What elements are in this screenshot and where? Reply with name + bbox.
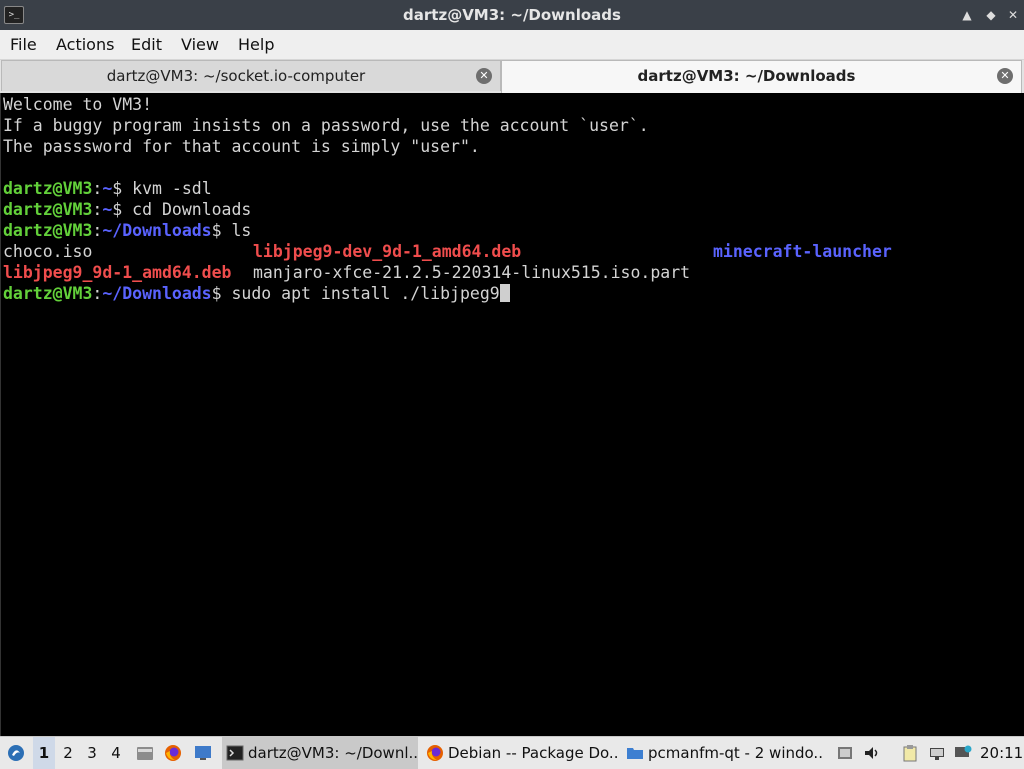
tab-label: dartz@VM3: ~/socket.io-computer (106, 67, 366, 85)
task-pcmanfm[interactable]: pcmanfm-qt - 2 windo... (622, 737, 822, 769)
terminal-icon (226, 745, 244, 761)
prompt-user: dartz@VM3 (3, 200, 93, 219)
task-firefox[interactable]: Debian -- Package Do... (422, 737, 618, 769)
text-cursor (499, 284, 510, 302)
maximize-icon[interactable]: ◆ (984, 8, 998, 22)
tray-updates[interactable] (834, 737, 856, 769)
file-manager-icon (137, 747, 153, 760)
network-icon (930, 748, 944, 760)
command-text: kvm -sdl (132, 179, 212, 198)
menu-bar: File Actions Edit View Help (0, 30, 1024, 60)
tab-socket-io-computer[interactable]: dartz@VM3: ~/socket.io-computer ✕ (1, 60, 501, 91)
task-label: dartz@VM3: ~/Downl... (248, 744, 418, 762)
command-line: dartz@VM3:~$ kvm -sdl (3, 179, 212, 198)
folder-icon (627, 748, 643, 759)
show-desktop-icon (195, 746, 211, 760)
command-text: sudo apt install ./libjpeg9 (231, 284, 500, 303)
tab-close-icon[interactable]: ✕ (997, 68, 1013, 84)
ls-output-row: libjpeg9_9d-1_amd64.deb manjaro-xfce-21.… (3, 262, 1024, 283)
quicklaunch-files[interactable] (133, 737, 157, 769)
lxqt-start-icon (8, 745, 24, 761)
task-label: Debian -- Package Do... (448, 744, 618, 762)
start-menu-button[interactable] (4, 737, 30, 769)
motd-line: The passsword for that account is simply… (3, 137, 480, 156)
tray-network[interactable] (926, 737, 948, 769)
command-text: cd Downloads (132, 200, 252, 219)
tab-label: dartz@VM3: ~/Downloads (637, 67, 856, 85)
prompt-user: dartz@VM3 (3, 221, 93, 240)
quicklaunch-firefox[interactable] (161, 737, 185, 769)
taskbar: 1 2 3 4 dartz@VM3: ~/Downl... Debian -- … (0, 736, 1024, 769)
command-line: dartz@VM3:~/Downloads$ ls (3, 221, 252, 240)
task-label: pcmanfm-qt - 2 windo... (648, 744, 822, 762)
tab-downloads[interactable]: dartz@VM3: ~/Downloads ✕ (501, 60, 1022, 93)
prompt-path: ~ (102, 200, 113, 219)
prompt-path: ~ (102, 179, 113, 198)
prompt-user: dartz@VM3 (3, 284, 93, 303)
command-line: dartz@VM3:~$ cd Downloads (3, 200, 252, 219)
tab-close-icon[interactable]: ✕ (476, 68, 492, 84)
ls-directory: minecraft-launcher (713, 242, 892, 261)
close-window-icon[interactable]: ✕ (1006, 8, 1020, 22)
terminal-output[interactable]: Welcome to VM3! If a buggy program insis… (0, 93, 1024, 736)
command-line-current: dartz@VM3:~/Downloads$ sudo apt install … (3, 283, 1024, 304)
tray-notifications[interactable] (952, 737, 974, 769)
menu-file[interactable]: File (10, 30, 37, 59)
desktop-4-button[interactable]: 4 (105, 737, 127, 769)
tab-bar: dartz@VM3: ~/socket.io-computer ✕ dartz@… (0, 60, 1024, 93)
window-title: dartz@VM3: ~/Downloads (403, 6, 621, 24)
ls-file-part: manjaro-xfce-21.2.5-220314-linux515.iso.… (253, 263, 691, 282)
menu-edit[interactable]: Edit (131, 30, 162, 59)
prompt-path: ~/Downloads (102, 221, 212, 240)
desktop-1-button[interactable]: 1 (33, 737, 55, 769)
tray-volume[interactable] (860, 737, 884, 769)
ls-output-row: choco.iso libjpeg9-dev_9d-1_amd64.deb mi… (3, 241, 1024, 262)
window-titlebar[interactable]: >_ dartz@VM3: ~/Downloads ▲ ◆ ✕ (0, 0, 1024, 30)
menu-actions[interactable]: Actions (56, 30, 114, 59)
firefox-icon (165, 745, 181, 761)
quicklaunch-desktop[interactable] (190, 737, 216, 769)
desktop-3-button[interactable]: 3 (81, 737, 103, 769)
package-icon (838, 747, 852, 759)
firefox-icon (427, 745, 443, 761)
ls-file-iso: choco.iso (3, 242, 93, 261)
task-terminal[interactable]: dartz@VM3: ~/Downl... (222, 737, 418, 769)
motd-line: If a buggy program insists on a password… (3, 116, 649, 135)
tray-clipboard[interactable] (898, 737, 922, 769)
command-text: ls (231, 221, 252, 240)
menu-view[interactable]: View (181, 30, 219, 59)
desktop-2-button[interactable]: 2 (57, 737, 79, 769)
volume-icon (865, 747, 878, 759)
notification-icon (955, 745, 972, 757)
prompt-path: ~/Downloads (102, 284, 212, 303)
ls-file-deb: libjpeg9-dev_9d-1_amd64.deb (253, 242, 522, 261)
minimize-icon[interactable]: ▲ (960, 8, 974, 22)
prompt-user: dartz@VM3 (3, 179, 93, 198)
menu-help[interactable]: Help (238, 30, 274, 59)
motd-line: Welcome to VM3! (3, 95, 153, 114)
ls-file-deb: libjpeg9_9d-1_amd64.deb (3, 263, 232, 282)
clock[interactable]: 20:11 (980, 737, 1023, 769)
clipboard-icon (903, 745, 917, 762)
